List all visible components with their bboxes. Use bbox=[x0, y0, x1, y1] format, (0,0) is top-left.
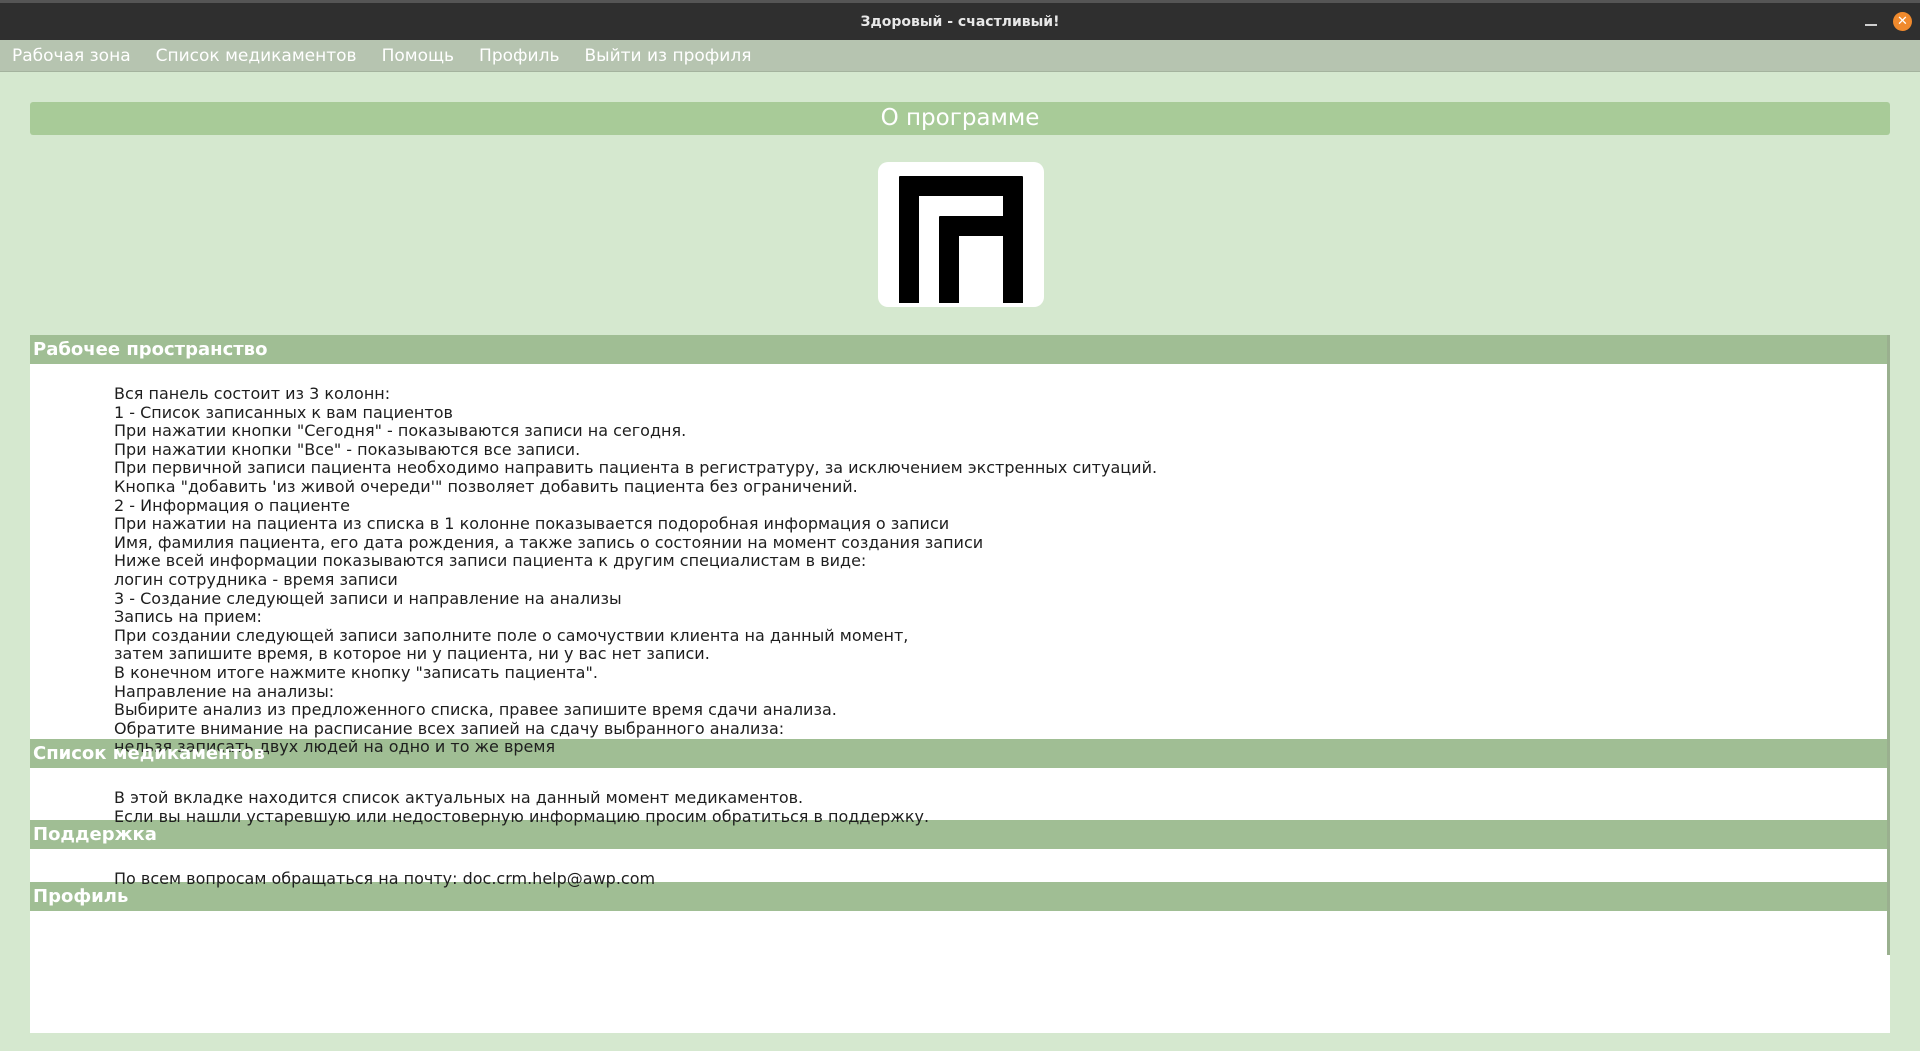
help-panel: Рабочее пространство Вся панель состоит … bbox=[30, 335, 1890, 1033]
window-controls: ✕ bbox=[1865, 12, 1912, 31]
text-line: 3 - Создание следующей записи и направле… bbox=[114, 588, 622, 608]
scrollbar[interactable] bbox=[1887, 335, 1890, 955]
text-line: При первичной записи пациента необходимо… bbox=[114, 458, 1158, 478]
text-line: В этой вкладке находится список актуальн… bbox=[114, 788, 804, 807]
menu-item-logout[interactable]: Выйти из профиля bbox=[574, 46, 761, 66]
minimize-icon[interactable] bbox=[1865, 23, 1877, 26]
menu-item-workspace[interactable]: Рабочая зона bbox=[2, 46, 141, 66]
text-line: Запись на прием: bbox=[114, 607, 262, 627]
text-line: Имя, фамилия пациента, его дата рождения… bbox=[114, 532, 984, 552]
section-body: В этой вкладке находится список актуальн… bbox=[30, 768, 1890, 826]
menu-item-medications[interactable]: Список медикаментов bbox=[146, 46, 367, 66]
text-line: Направление на анализы: bbox=[114, 681, 335, 701]
text-line: 1 - Список записанных к вам пациентов bbox=[114, 402, 453, 422]
text-line: При нажатии кнопки "Все" - показываются … bbox=[114, 439, 581, 459]
section-workspace: Рабочее пространство Вся панель состоит … bbox=[30, 335, 1890, 756]
menu-bar: Рабочая зона Список медикаментов Помощь … bbox=[0, 40, 1920, 72]
logo bbox=[878, 162, 1044, 307]
text-line: затем запишите время, в которое ни у пац… bbox=[114, 644, 710, 664]
text-line: При нажатии на пациента из списка в 1 ко… bbox=[114, 514, 950, 534]
menu-item-profile[interactable]: Профиль bbox=[469, 46, 569, 66]
text-line: 2 - Информация о пациенте bbox=[114, 495, 350, 515]
text-line: логин сотрудника - время записи bbox=[114, 569, 398, 589]
text-line: В конечном итоге нажмите кнопку "записат… bbox=[114, 662, 598, 682]
logo-icon bbox=[899, 176, 1023, 303]
section-header: Рабочее пространство bbox=[30, 335, 1890, 364]
close-icon[interactable]: ✕ bbox=[1893, 12, 1912, 31]
text-line: Выбирите анализ из предложенного списка,… bbox=[114, 700, 837, 720]
page-title: О программе bbox=[30, 102, 1890, 135]
text-line: Обратите внимание на расписание всех зап… bbox=[114, 718, 785, 738]
text-line: Вся панель состоит из 3 колонн: bbox=[114, 384, 391, 403]
window-title: Здоровый - счастливый! bbox=[860, 13, 1060, 30]
text-line: При создании следующей записи заполните … bbox=[114, 625, 909, 645]
window-titlebar: Здоровый - счастливый! ✕ bbox=[0, 0, 1920, 40]
menu-item-help[interactable]: Помощь bbox=[372, 46, 464, 66]
text-line: Ниже всей информации показываются записи… bbox=[114, 551, 867, 571]
section-support: Поддержка По всем вопросам обращаться на… bbox=[30, 820, 1890, 888]
text-line: При нажатии кнопки "Сегодня" - показываю… bbox=[114, 421, 687, 441]
text-line: Кнопка "добавить 'из живой очереди'" поз… bbox=[114, 476, 858, 496]
section-body: Вся панель состоит из 3 колонн: 1 - Спис… bbox=[30, 364, 1890, 757]
about-page: О программе Рабочее пространство Вся пан… bbox=[30, 102, 1890, 1033]
